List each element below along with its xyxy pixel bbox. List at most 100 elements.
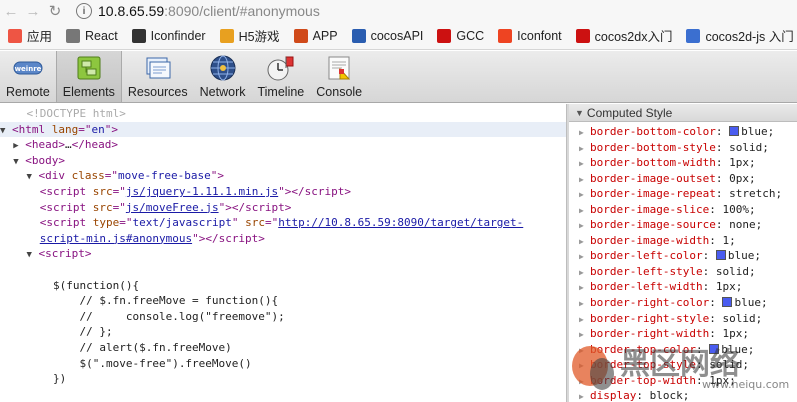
- tool-timeline[interactable]: Timeline: [251, 51, 310, 102]
- computed-property[interactable]: ▶ border-right-width: 1px;: [569, 326, 797, 342]
- color-swatch[interactable]: [729, 126, 740, 136]
- color-swatch[interactable]: [709, 343, 720, 354]
- computed-style-list: ▶ border-bottom-color: blue; ▶ border-botto…: [569, 122, 797, 402]
- computed-style-header[interactable]: ▼ Computed Style: [569, 104, 797, 122]
- property-value: solid;: [709, 358, 749, 372]
- bookmark-item[interactable]: Iconfont: [498, 28, 562, 43]
- url-host: 10.8.65.59: [98, 3, 165, 19]
- expand-triangle-icon: ▼: [26, 250, 32, 261]
- bookmark-label: Iconfont: [517, 28, 562, 43]
- computed-property[interactable]: ▶ border-image-source: none;: [569, 217, 797, 233]
- computed-property[interactable]: ▶ border-top-width: 1px;: [569, 373, 797, 389]
- property-name: border-image-source: [590, 218, 716, 232]
- tool-resources[interactable]: Resources: [122, 51, 194, 102]
- collapse-triangle-icon: ▶: [579, 392, 584, 402]
- tool-label: Network: [199, 85, 246, 99]
- forward-arrow-icon[interactable]: →: [22, 0, 44, 22]
- dom-node-body[interactable]: ▼ <body>: [0, 153, 566, 169]
- property-name: border-image-repeat: [590, 187, 716, 201]
- collapse-triangle-icon: ▶: [579, 174, 584, 184]
- property-value: blue;: [741, 125, 775, 138]
- color-swatch[interactable]: [715, 250, 726, 261]
- script-src-link[interactable]: script-min.js#anonymous: [40, 232, 192, 245]
- dom-node-script[interactable]: <script type="text/javascript" src="http…: [0, 215, 566, 231]
- dom-node-script-cont: script-min.js#anonymous"></script>: [39, 231, 265, 245]
- url-path: :8090/client/#anonymous: [164, 3, 320, 19]
- computed-property[interactable]: ▶ border-bottom-width: 1px;: [569, 155, 797, 171]
- computed-property[interactable]: ▶ border-left-color: blue;: [569, 248, 797, 264]
- computed-property[interactable]: ▶ border-left-style: solid;: [569, 264, 797, 280]
- computed-property[interactable]: ▶ border-top-color: blue;: [569, 342, 797, 358]
- bookmark-item[interactable]: cocos2dx入门: [575, 26, 672, 45]
- collapse-triangle-icon: ▶: [579, 283, 584, 293]
- dom-node-div[interactable]: ▼ <div class="move-free-base">: [0, 168, 566, 184]
- tool-remote[interactable]: weinre Remote: [0, 51, 56, 102]
- property-value: 1;: [722, 233, 736, 247]
- property-value: none;: [729, 218, 763, 232]
- url-field[interactable]: i 10.8.65.59:8090/client/#anonymous: [76, 1, 320, 21]
- resources-icon: [143, 54, 173, 82]
- tool-network[interactable]: Network: [194, 51, 252, 102]
- computed-property[interactable]: ▶ display: block;: [569, 388, 797, 402]
- document-icon: [66, 28, 81, 43]
- bookmark-item[interactable]: Iconfinder: [131, 28, 206, 43]
- collapse-triangle-icon: ▶: [579, 159, 584, 169]
- bookmark-item[interactable]: APP: [293, 28, 338, 43]
- property-value: 1px;: [715, 280, 743, 294]
- property-name: border-right-color: [590, 296, 710, 310]
- computed-property[interactable]: ▶ border-top-style: solid;: [569, 357, 797, 373]
- timeline-icon: [266, 54, 296, 82]
- site-info-icon[interactable]: i: [76, 3, 92, 19]
- collapse-triangle-icon: ▶: [579, 299, 584, 309]
- bookmark-item[interactable]: GCC: [437, 28, 484, 43]
- computed-property[interactable]: ▶ border-image-slice: 100%;: [569, 202, 797, 218]
- devtools-toolbar: weinre Remote Elements Resources Network…: [0, 51, 797, 103]
- expand-triangle-icon: ▼: [575, 107, 584, 118]
- collapse-triangle-icon: ▶: [579, 128, 584, 137]
- computed-property[interactable]: ▶ border-right-color: blue;: [569, 295, 797, 311]
- apps-grid-icon: [8, 28, 22, 43]
- tool-console[interactable]: Console: [310, 51, 368, 102]
- reload-icon[interactable]: ↻: [44, 0, 66, 22]
- computed-property[interactable]: ▶ border-image-repeat: stretch;: [569, 186, 797, 202]
- property-name: border-top-width: [590, 373, 696, 387]
- bookmark-label: React: [85, 28, 118, 43]
- bookmark-item[interactable]: cocosAPI: [351, 28, 423, 43]
- tool-label: Remote: [6, 85, 50, 99]
- dom-node-html[interactable]: ▼ <html lang="en">: [0, 121, 566, 138]
- bookmark-item[interactable]: H5游戏: [219, 26, 280, 45]
- color-swatch[interactable]: [722, 297, 733, 308]
- js-code-line: // console.log("freemove");: [52, 309, 285, 323]
- bookmark-label: Iconfinder: [150, 28, 206, 43]
- computed-property[interactable]: ▶ border-left-width: 1px;: [569, 279, 797, 295]
- bookmark-item[interactable]: 应用: [8, 26, 52, 45]
- computed-property[interactable]: ▶ border-image-width: 1;: [569, 233, 797, 249]
- dom-node-script[interactable]: <script src="js/jquery-1.11.1.min.js"></…: [0, 184, 566, 200]
- bookmarks-bar: 应用 React Iconfinder H5游戏 APP cocosAPI GCC Iconf…: [0, 22, 797, 50]
- computed-property[interactable]: ▶ border-image-outset: 0px;: [569, 171, 797, 187]
- tool-elements[interactable]: Elements: [55, 51, 122, 102]
- back-arrow-icon[interactable]: ←: [0, 0, 22, 22]
- script-src-link[interactable]: http://10.8.65.59:8090/target/target-: [278, 216, 523, 229]
- dom-node-script[interactable]: <script src="js/moveFree.js"></script>: [0, 200, 566, 216]
- script-src-link[interactable]: js/jquery-1.11.1.min.js: [126, 185, 278, 198]
- tool-label: Console: [316, 85, 363, 99]
- dom-node-head[interactable]: ▶ <head>…</head>: [0, 137, 566, 153]
- tool-label: Elements: [62, 85, 115, 99]
- property-name: border-right-style: [590, 311, 710, 325]
- computed-property[interactable]: ▶ border-bottom-color: blue;: [569, 124, 797, 140]
- bookmark-item[interactable]: cocos2d-js 入门: [686, 26, 794, 45]
- iconfinder-icon: [131, 28, 146, 43]
- bookmark-label: H5游戏: [238, 30, 280, 44]
- computed-property[interactable]: ▶ border-bottom-style: solid;: [569, 140, 797, 156]
- gcc-icon: [437, 28, 452, 43]
- collapse-triangle-icon: ▶: [579, 345, 584, 355]
- property-name: border-right-width: [590, 327, 710, 341]
- computed-style-panel: ▼ Computed Style ▶ border-bottom-color: b…: [569, 104, 797, 402]
- collapse-triangle-icon: ▶: [579, 376, 584, 386]
- computed-property[interactable]: ▶ border-right-style: solid;: [569, 311, 797, 327]
- dom-node-script-inline[interactable]: ▼ <script>: [0, 246, 566, 262]
- script-src-link[interactable]: js/moveFree.js: [126, 201, 219, 214]
- bookmark-item[interactable]: React: [66, 28, 118, 43]
- property-value: 1px;: [722, 327, 749, 341]
